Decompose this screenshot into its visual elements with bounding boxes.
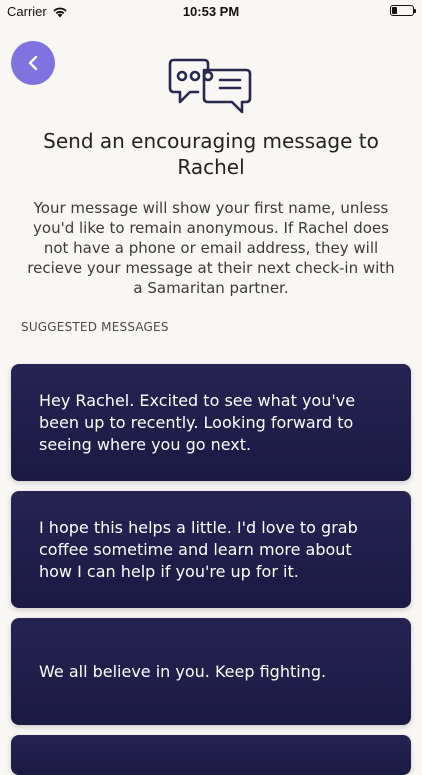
message-description: Your message will show your first name, … bbox=[27, 199, 395, 297]
suggested-message-text: We all believe in you. Keep fighting. bbox=[39, 661, 327, 681]
suggested-message-text: Hey Rachel. Excited to see what you've b… bbox=[39, 390, 356, 454]
status-bar: Carrier 10:53 PM bbox=[0, 0, 422, 24]
battery-level bbox=[392, 7, 397, 14]
suggested-message-card[interactable]: I hope this helps a little. I'd love to … bbox=[11, 491, 411, 608]
chevron-left-icon bbox=[28, 55, 38, 71]
battery-icon bbox=[390, 5, 416, 16]
suggested-message-card[interactable] bbox=[11, 735, 411, 775]
suggested-message-text: I hope this helps a little. I'd love to … bbox=[39, 517, 358, 581]
page-title: Send an encouraging message to Rachel bbox=[43, 129, 379, 179]
chat-bubbles-icon bbox=[168, 58, 252, 114]
back-button[interactable] bbox=[11, 41, 55, 85]
suggested-message-card[interactable]: Hey Rachel. Excited to see what you've b… bbox=[11, 364, 411, 481]
suggested-messages-label: SUGGESTED MESSAGES bbox=[21, 320, 169, 334]
status-time: 10:53 PM bbox=[182, 4, 240, 19]
suggested-message-card[interactable]: We all believe in you. Keep fighting. bbox=[11, 618, 411, 725]
